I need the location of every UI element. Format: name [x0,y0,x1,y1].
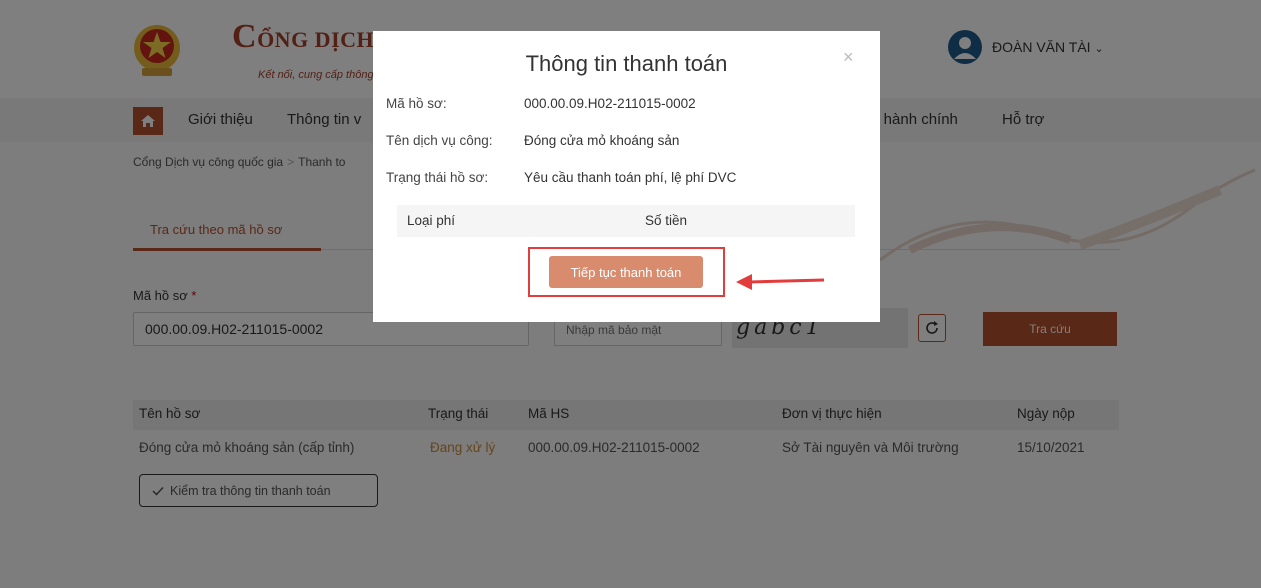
field-label-ma-ho-so: Mã hồ sơ: [386,96,447,111]
field-label-trang-thai: Trạng thái hồ sơ: [386,170,489,185]
field-value-ten-dich-vu: Đóng cửa mỏ khoáng sản [524,133,680,148]
close-icon[interactable]: × [843,47,854,68]
fee-table-header [397,205,855,237]
fee-column-loai-phi: Loại phí [407,213,456,228]
continue-payment-button[interactable]: Tiếp tục thanh toán [549,256,703,288]
field-label-ten-dich-vu: Tên dịch vụ công: [386,133,493,148]
field-value-trang-thai: Yêu cầu thanh toán phí, lệ phí DVC [524,170,737,185]
field-value-ma-ho-so: 000.00.09.H02-211015-0002 [524,96,696,111]
fee-column-so-tien: Số tiền [645,213,688,228]
modal-title: Thông tin thanh toán [525,51,728,76]
arrow-left-icon [736,274,825,290]
